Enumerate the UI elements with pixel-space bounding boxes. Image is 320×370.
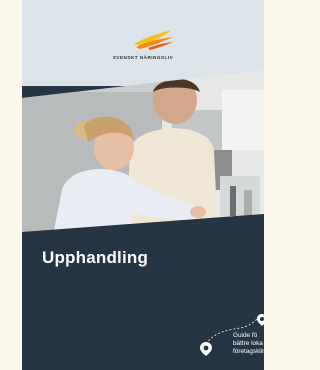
location-pin-icon xyxy=(257,314,264,326)
guide-line: bättre loka xyxy=(233,340,263,347)
guide-subtitle: Guide fö bättre loka företagsklima xyxy=(233,332,264,356)
guide-line: företagsklima xyxy=(233,348,264,355)
cover-title: Upphandling xyxy=(42,248,149,267)
guide-line: Guide fö xyxy=(233,332,258,339)
location-pin-icon xyxy=(200,342,212,356)
brochure-cover: SVENSKT NÄRINGSLIV Upphandling Guide fö … xyxy=(22,0,264,370)
